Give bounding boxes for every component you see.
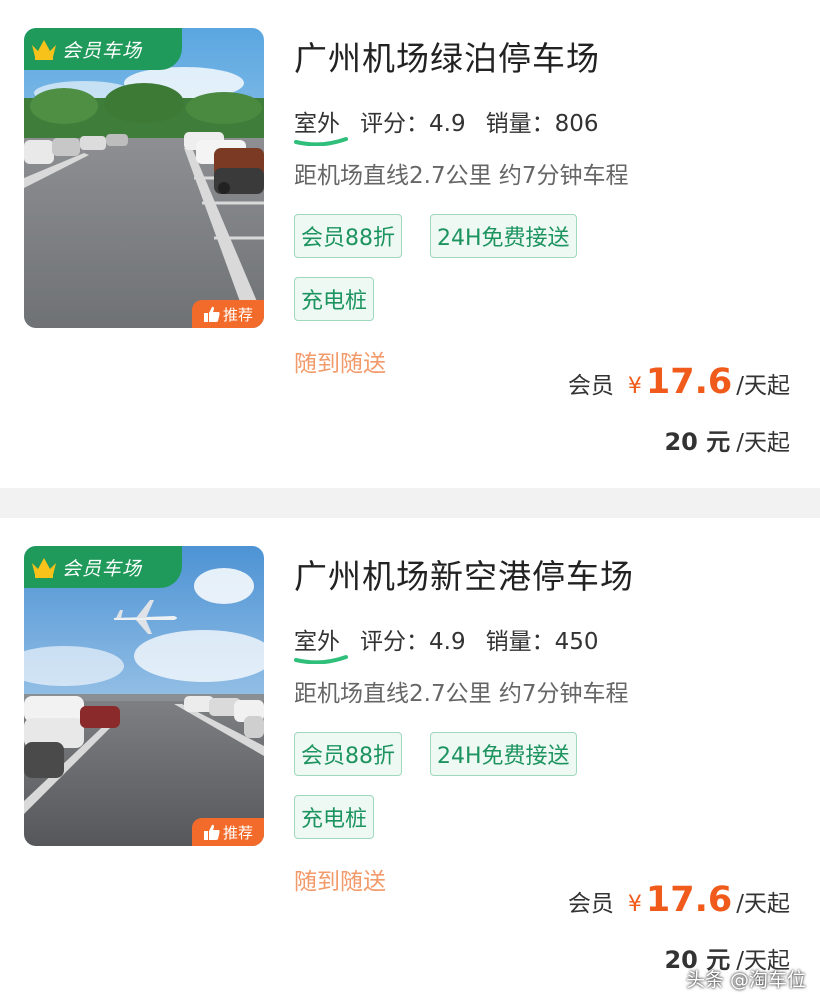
distance-text: 距机场直线2.7公里 约7分钟车程 [294,681,629,707]
tag-free-shuttle: 24H免费接送 [430,214,577,258]
distance-text: 距机场直线2.7公里 约7分钟车程 [294,163,629,189]
currency-symbol: ¥ [627,892,642,917]
parking-listing-card[interactable]: 会员车场 推荐 广州机场绿泊停车场 室外 评分：4.9 销量：806 距机场直线… [0,0,820,488]
watermark: 头条 @淘车位 [685,969,806,991]
thumbs-up-icon [203,824,220,840]
location-type-text: 室外 [294,629,340,655]
currency-symbol: ¥ [627,374,642,399]
sales: 销量：806 [486,104,599,138]
member-badge-label: 会员车场 [62,39,143,62]
service-text: 随到随送 [294,869,386,895]
outdoor-label: 室外 [294,104,348,146]
recommend-label: 推荐 [222,305,253,324]
thumbs-up-icon [203,306,220,322]
parking-meta-row: 室外 评分：4.9 销量：450 [294,622,599,664]
sales: 销量：450 [486,622,599,656]
tag-charging-pile: 充电桩 [294,795,375,839]
member-price-label: 会员 [567,891,614,917]
original-price-unit: /天起 [736,430,790,456]
location-type-text: 室外 [294,111,340,137]
tag-member-discount: 会员88折 [294,214,402,258]
outdoor-label: 室外 [294,622,348,664]
recommend-badge: 推荐 [192,300,264,328]
recommend-badge: 推荐 [192,818,264,846]
swoosh-underline-icon [294,655,348,664]
service-text: 随到随送 [294,351,386,377]
parking-lot-photo[interactable]: 会员车场 推荐 [24,28,264,328]
member-badge-label: 会员车场 [62,557,143,580]
original-price-value: 20 元 [664,428,731,456]
card-divider [0,488,820,518]
member-price-row: 会员 ¥ 17.6 /天起 [568,880,790,920]
price-unit: /天起 [736,373,790,399]
member-price-row: 会员 ¥ 17.6 /天起 [568,362,790,402]
parking-lot-title[interactable]: 广州机场绿泊停车场 [294,32,600,80]
parking-lot-airplane-photo[interactable]: 会员车场 推荐 [24,546,264,846]
rating: 评分：4.9 [360,622,466,656]
member-parking-badge: 会员车场 [24,28,182,70]
tag-member-discount: 会员88折 [294,732,402,776]
tag-charging-pile: 充电桩 [294,277,375,321]
crown-icon [32,40,56,60]
parking-meta-row: 室外 评分：4.9 销量：806 [294,104,599,146]
crown-icon [32,558,56,578]
tag-free-shuttle: 24H免费接送 [430,732,577,776]
rating-value: 4.9 [429,111,466,137]
original-price-row: 20 元 /天起 [664,422,790,457]
recommend-label: 推荐 [222,823,253,842]
member-parking-badge: 会员车场 [24,546,182,588]
rating: 评分：4.9 [360,104,466,138]
parking-listing-card[interactable]: 会员车场 推荐 广州机场新空港停车场 室外 评分：4.9 销量：450 距机场直… [0,518,820,1006]
parking-lot-title[interactable]: 广州机场新空港停车场 [294,550,634,598]
member-price-value: 17.6 [645,362,733,402]
sales-value: 806 [554,111,599,137]
sales-label: 销量： [485,629,555,655]
rating-value: 4.9 [429,629,466,655]
rating-label: 评分： [360,629,429,655]
swoosh-underline-icon [294,137,348,146]
price-unit: /天起 [736,891,790,917]
rating-label: 评分： [360,111,429,137]
member-price-value: 17.6 [645,880,733,920]
member-price-label: 会员 [567,373,614,399]
sales-value: 450 [554,629,599,655]
sales-label: 销量： [485,111,555,137]
